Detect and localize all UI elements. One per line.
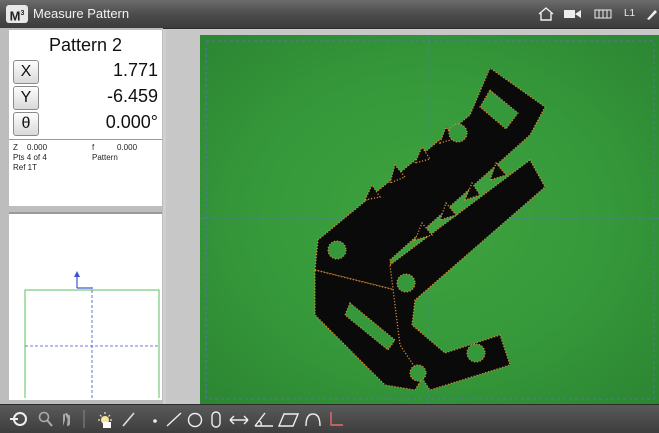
angle-icon[interactable]	[253, 410, 273, 428]
home-icon[interactable]	[537, 6, 555, 22]
feature-type: Pattern	[92, 153, 118, 162]
left-panel: Pattern 2 X 1.771 Y -6.459 θ 0.000° Z 0.…	[0, 28, 163, 404]
skew-icon[interactable]	[327, 410, 345, 428]
dro-panel: Pattern 2 X 1.771 Y -6.459 θ 0.000° Z 0.…	[9, 30, 162, 206]
x-value: 1.771	[112, 60, 158, 80]
theta-axis-row: θ 0.000°	[11, 112, 162, 136]
title-bar: M3 Measure Pattern L1	[0, 0, 659, 29]
feature-title: Pattern 2	[48, 35, 123, 55]
theta-axis-button[interactable]: θ	[13, 112, 39, 136]
z-label: Z	[13, 143, 18, 152]
video-icon[interactable]	[562, 6, 584, 22]
theta-value: 0.000°	[105, 112, 158, 132]
camera-view[interactable]	[200, 35, 659, 404]
app-logo: M3	[6, 5, 28, 23]
window-title: Measure Pattern	[33, 6, 130, 21]
reference-label: Ref 1T	[13, 163, 38, 172]
z-value: 0.000	[27, 143, 48, 152]
part-view[interactable]	[9, 212, 162, 401]
points-count: Pts 4 of 4	[13, 153, 47, 162]
hand-icon[interactable]	[58, 410, 76, 428]
y-value: -6.459	[106, 86, 158, 106]
magnifier-icon[interactable]	[36, 410, 54, 428]
main-view	[166, 30, 659, 404]
bottom-toolbar	[0, 404, 659, 433]
probe-icon[interactable]	[8, 410, 27, 428]
arc-icon[interactable]	[303, 410, 321, 428]
circle-icon[interactable]	[186, 410, 204, 428]
divider	[9, 139, 162, 140]
x-axis-button[interactable]: X	[13, 60, 39, 84]
y-axis-row: Y -6.459	[11, 86, 162, 110]
brush-icon[interactable]	[120, 410, 138, 428]
point-icon[interactable]	[148, 410, 166, 428]
parallelogram-icon[interactable]	[278, 410, 300, 428]
layer-label[interactable]: L1	[624, 8, 635, 19]
slot-icon[interactable]	[209, 410, 227, 428]
f-value: 0.000	[117, 143, 138, 152]
y-axis-button[interactable]: Y	[13, 86, 39, 110]
distance-icon[interactable]	[228, 410, 249, 428]
grid-icon[interactable]	[593, 6, 613, 22]
part-view-graphic	[24, 271, 160, 401]
edit-icon[interactable]	[644, 6, 658, 22]
camera-graphic	[200, 35, 659, 404]
light-icon[interactable]	[95, 410, 113, 428]
x-axis-row: X 1.771	[11, 60, 162, 84]
line-icon[interactable]	[165, 410, 183, 428]
f-label: f	[92, 143, 95, 152]
